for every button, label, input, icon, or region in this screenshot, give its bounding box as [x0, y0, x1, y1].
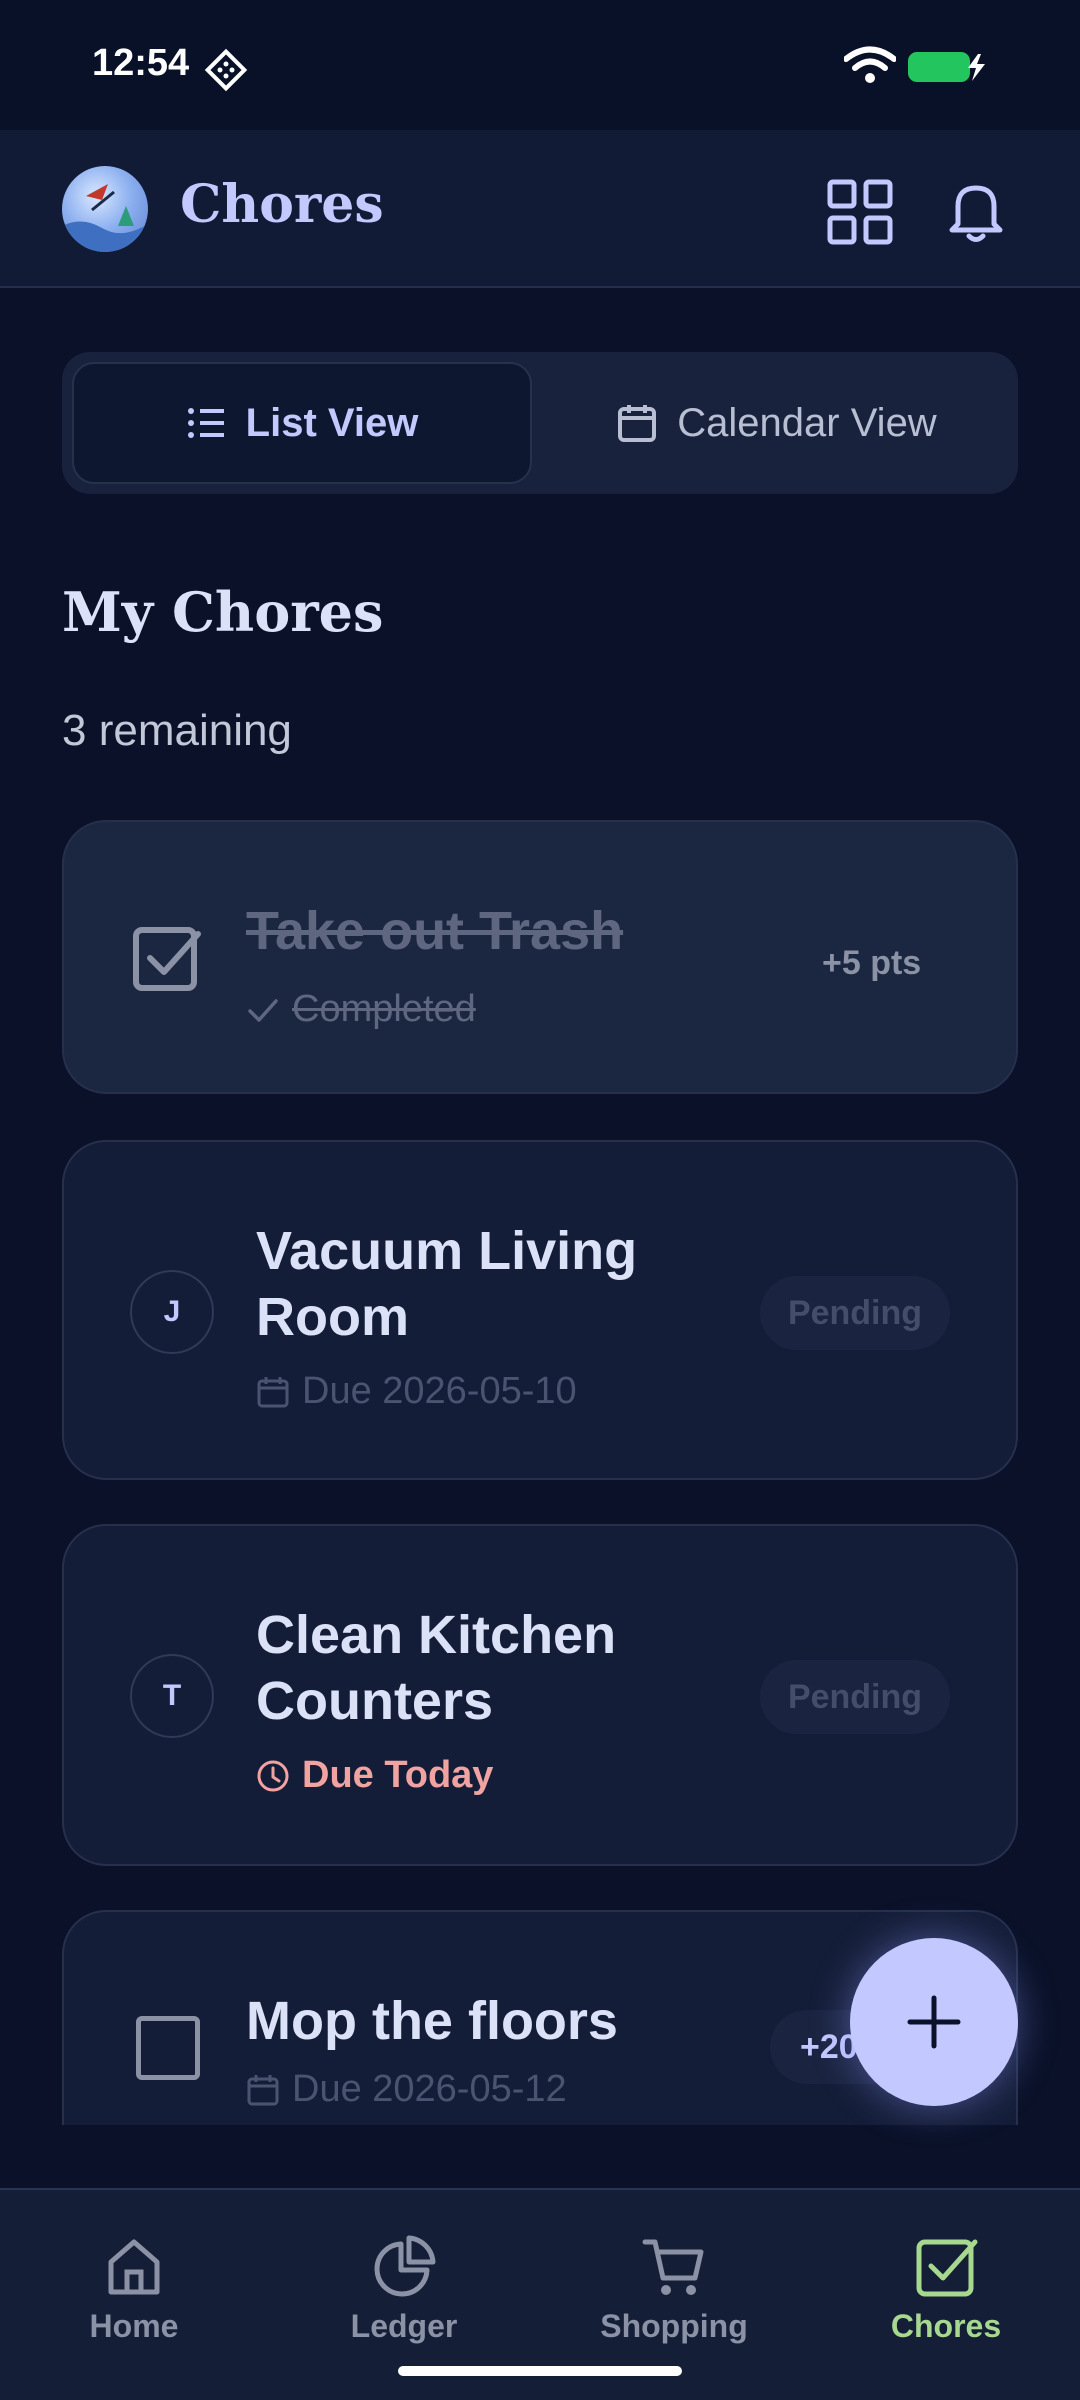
nav-label: Chores — [890, 2308, 1002, 2344]
due-date: Due 2026-05-12 — [292, 2068, 567, 2110]
status-badge: Pending — [760, 1660, 950, 1734]
avatar-illustration-icon — [62, 184, 148, 252]
check-icon — [248, 998, 278, 1022]
chore-card[interactable]: T Clean Kitchen Counters Due Today Pendi… — [62, 1524, 1018, 1866]
chore-meta: Due 2026-05-10 — [256, 1370, 577, 1413]
completed-label: Completed — [292, 988, 476, 1030]
chore-meta: Due 2026-05-12 — [246, 2068, 567, 2111]
list-view-button[interactable]: List View — [72, 362, 532, 484]
app-header: Chores — [0, 130, 1080, 288]
status-badge: Pending — [760, 1276, 950, 1350]
bell-icon[interactable] — [940, 174, 1012, 246]
chore-title: Clean Kitchen Counters — [256, 1602, 616, 1734]
home-icon — [108, 2239, 160, 2295]
chore-card[interactable]: Take out Trash Completed +5 pts — [62, 820, 1018, 1094]
section-title: My Chores — [62, 580, 384, 644]
calendar-icon — [257, 1376, 289, 1407]
nav-item-shopping[interactable]: Shopping — [574, 2234, 774, 2354]
due-date: Due 2026-05-10 — [302, 1370, 577, 1412]
chore-title: Take out Trash — [246, 901, 624, 961]
avatar[interactable] — [62, 166, 148, 252]
grid-icon[interactable] — [826, 178, 894, 246]
wifi-icon — [844, 46, 896, 83]
chore-title: Mop the floors — [246, 1991, 618, 2051]
checked-checkbox-icon[interactable] — [132, 924, 202, 994]
plus-icon — [907, 1995, 961, 2049]
calendar-view-button[interactable]: Calendar View — [546, 362, 1008, 484]
clock-icon — [257, 1760, 289, 1791]
calendar-icon — [618, 405, 657, 442]
view-toggle: List View Calendar View — [62, 352, 1018, 494]
cart-icon — [642, 2239, 704, 2295]
add-chore-button[interactable] — [850, 1938, 1018, 2106]
nav-label: Shopping — [600, 2308, 748, 2344]
checkbox[interactable] — [136, 2016, 200, 2080]
chore-title: Vacuum Living Room — [256, 1218, 637, 1350]
nav-label: Ledger — [350, 2308, 458, 2344]
chore-meta: Completed — [246, 988, 476, 1031]
status-time: 12:54 — [92, 42, 190, 84]
checkbox-icon — [916, 2239, 978, 2297]
nav-label: Home — [89, 2308, 179, 2344]
chore-meta: Due Today — [256, 1754, 493, 1797]
status-bar: 12:54 — [0, 0, 1080, 130]
chore-title-line: Vacuum Living — [256, 1221, 638, 1281]
due-date: Due Today — [302, 1754, 494, 1796]
list-view-label: List View — [245, 400, 419, 445]
chore-list: Take out Trash Completed +5 pts J Vacuum… — [0, 820, 1080, 2125]
chore-title-line: Counters — [256, 1671, 494, 1731]
calendar-view-label: Calendar View — [677, 400, 937, 445]
nav-item-home[interactable]: Home — [34, 2234, 234, 2354]
battery-charging-icon — [908, 52, 985, 82]
chore-title-line: Clean Kitchen — [256, 1605, 617, 1665]
pie-chart-icon — [374, 2235, 436, 2297]
calendar-icon — [247, 2074, 279, 2105]
remaining-count: 3 remaining — [62, 706, 292, 755]
assignee-initial: T — [130, 1654, 214, 1738]
chore-title-line: Room — [256, 1287, 409, 1347]
nav-item-ledger[interactable]: Ledger — [304, 2234, 504, 2354]
nav-item-chores[interactable]: Chores — [846, 2234, 1046, 2354]
chore-card[interactable]: J Vacuum Living Room Due 2026-05-10 Pend… — [62, 1140, 1018, 1480]
points-badge: +5 pts — [822, 944, 922, 982]
page-title: Chores — [180, 174, 384, 235]
diamond-status-icon — [204, 48, 248, 92]
assignee-initial: J — [130, 1270, 214, 1354]
list-icon — [187, 408, 224, 438]
home-indicator — [398, 2366, 682, 2376]
